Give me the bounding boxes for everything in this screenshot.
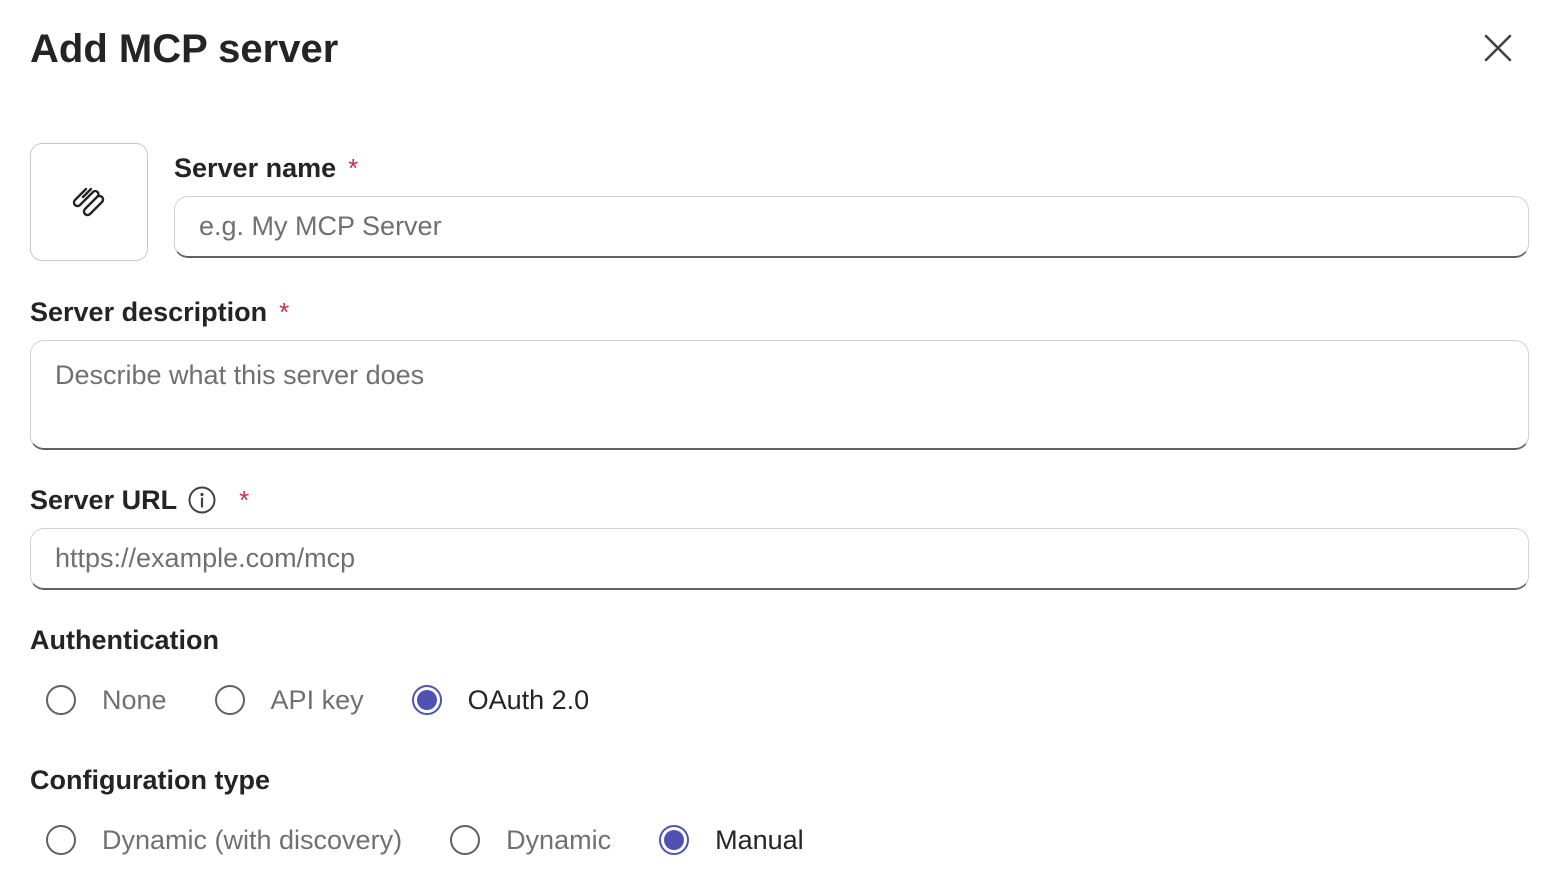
radio-circle-checked [659,825,690,855]
add-mcp-server-dialog: Add MCP server Server name * Server desc… [0,0,1556,880]
radio-label: Dynamic [506,824,612,855]
configuration-type-radio-group: Dynamic (with discovery) Dynamic Manual [30,820,836,860]
authentication-label-text: Authentication [30,625,219,655]
server-name-label-text: Server name [174,153,337,183]
radio-config-dynamic-discovery[interactable]: Dynamic (with discovery) [30,825,402,856]
radio-label: None [102,684,167,715]
dialog-title: Add MCP server [30,27,339,71]
radio-label: API key [270,684,364,715]
server-description-label-text: Server description [30,297,268,327]
radio-dot [416,690,437,710]
server-name-input[interactable] [174,196,1529,258]
radio-circle [46,825,76,855]
radio-label: Dynamic (with discovery) [102,824,403,855]
server-url-label-text: Server URL [30,485,178,515]
info-icon[interactable] [187,485,217,515]
close-icon [1484,34,1512,62]
required-marker: * [279,297,290,327]
server-description-label: Server description * [30,294,289,330]
radio-circle [450,825,481,855]
server-url-input[interactable] [30,528,1529,590]
server-url-label: Server URL * [30,482,249,518]
radio-auth-none[interactable]: None [30,685,167,716]
radio-config-dynamic[interactable]: Dynamic [434,825,611,856]
server-icon-picker[interactable] [30,143,148,261]
close-button[interactable] [1472,22,1524,74]
radio-auth-oauth2[interactable]: OAuth 2.0 [396,684,590,716]
server-name-label: Server name * [174,150,358,186]
required-marker: * [348,153,359,183]
radio-circle [214,685,245,715]
radio-dot [664,830,685,850]
radio-label: OAuth 2.0 [467,684,590,715]
required-marker: * [239,485,250,515]
configuration-type-label-text: Configuration type [30,765,270,795]
authentication-radio-group: None API key OAuth 2.0 [30,680,621,720]
authentication-label: Authentication [30,622,219,658]
radio-auth-api-key[interactable]: API key [199,685,364,716]
radio-circle [46,685,76,715]
radio-config-manual[interactable]: Manual [643,825,804,856]
paperclip-icon [72,187,105,217]
configuration-type-label: Configuration type [30,762,270,798]
server-description-input[interactable] [30,340,1529,450]
radio-circle-checked [411,685,442,715]
radio-label: Manual [715,824,804,855]
